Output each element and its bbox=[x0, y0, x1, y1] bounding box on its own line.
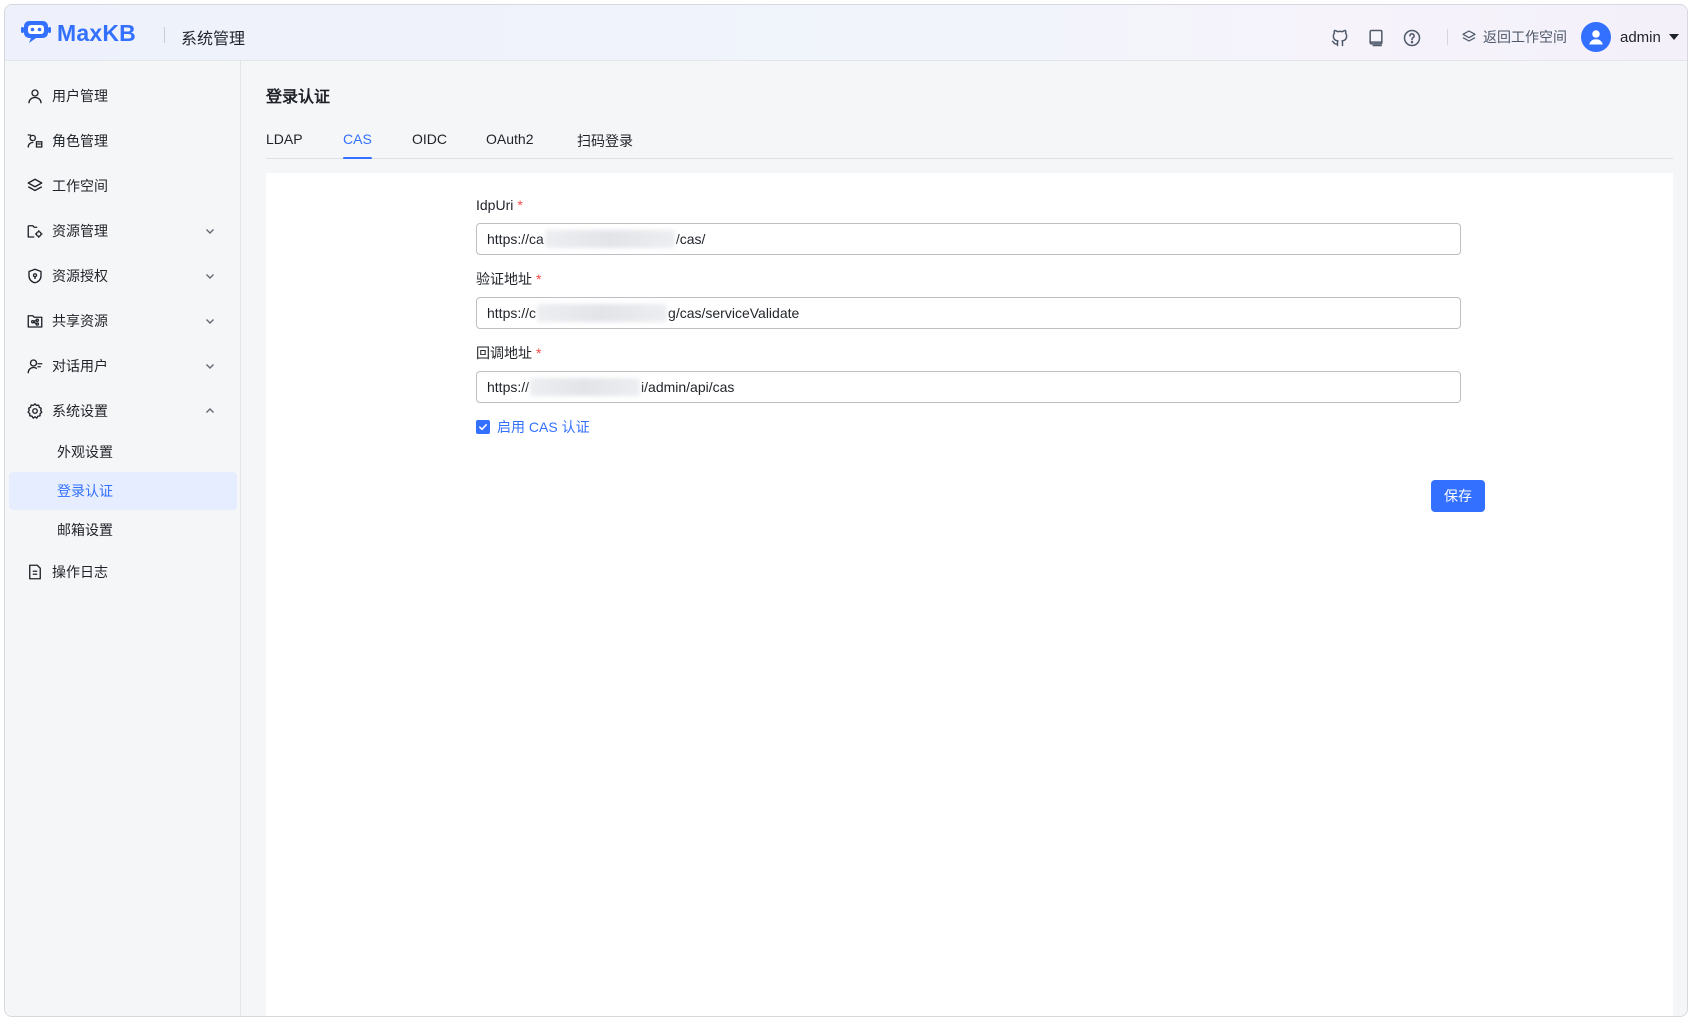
caret-down-icon bbox=[1668, 34, 1679, 40]
shield-icon bbox=[25, 266, 45, 286]
sidebar-item-label: 资源管理 bbox=[52, 223, 108, 239]
maxkb-logo-icon bbox=[21, 18, 51, 49]
idp-uri-label-text: IdpUri bbox=[476, 197, 514, 213]
sidebar-item-label: 用户管理 bbox=[52, 88, 108, 104]
idp-uri-value-prefix: https://ca bbox=[487, 231, 544, 247]
tab-oauth2[interactable]: OAuth2 bbox=[486, 131, 533, 159]
validate-url-value-suffix: g/cas/serviceValidate bbox=[668, 305, 800, 321]
chevron-down-icon bbox=[203, 269, 217, 283]
callback-url-label-text: 回调地址 bbox=[476, 345, 532, 361]
chat-user-icon bbox=[25, 356, 45, 376]
page-title: 登录认证 bbox=[266, 89, 331, 106]
role-icon bbox=[25, 131, 45, 151]
tab-cas[interactable]: CAS bbox=[343, 131, 372, 159]
validate-url-input[interactable]: https://c g/cas/serviceValidate bbox=[476, 297, 1461, 329]
top-header: MaxKB 系统管理 返回工作空间 admin bbox=[5, 5, 1687, 61]
sidebar-item-resource-authorization[interactable]: 资源授权 bbox=[9, 256, 237, 296]
sidebar-item-label: 共享资源 bbox=[52, 313, 108, 329]
sidebar-subitem-login-auth[interactable]: 登录认证 bbox=[9, 472, 237, 510]
logo[interactable]: MaxKB bbox=[21, 19, 136, 47]
sidebar-item-operation-log[interactable]: 操作日志 bbox=[9, 552, 237, 592]
chevron-down-icon bbox=[203, 359, 217, 373]
user-name: admin bbox=[1620, 28, 1661, 46]
validate-url-value-prefix: https://c bbox=[487, 305, 537, 321]
sidebar-item-system-settings[interactable]: 系统设置 bbox=[9, 391, 237, 431]
redacted-text bbox=[544, 230, 675, 248]
sidebar: 用户管理 角色管理 工作空间 资源管理 资源授权 共享资源 对话用户 系统设置 … bbox=[5, 61, 241, 1016]
app-window: MaxKB 系统管理 返回工作空间 admin 用户管理 角色管理 工作空间 资… bbox=[4, 4, 1688, 1017]
sidebar-item-workspace[interactable]: 工作空间 bbox=[9, 166, 237, 206]
shared-folder-icon bbox=[25, 311, 45, 331]
sidebar-item-chat-users[interactable]: 对话用户 bbox=[9, 346, 237, 386]
required-mark: * bbox=[536, 345, 542, 361]
callback-url-value-suffix: i/admin/api/cas bbox=[641, 379, 735, 395]
github-icon[interactable] bbox=[1329, 27, 1351, 49]
chevron-down-icon bbox=[203, 224, 217, 238]
user-icon bbox=[25, 86, 45, 106]
redacted-text bbox=[537, 304, 668, 322]
required-mark: * bbox=[536, 271, 542, 287]
tab-qr-login[interactable]: 扫码登录 bbox=[577, 131, 633, 159]
main-content: 登录认证 LDAP CAS OIDC OAuth2 扫码登录 IdpUri * h… bbox=[242, 61, 1687, 1016]
layers-icon bbox=[25, 176, 45, 196]
sidebar-item-label: 对话用户 bbox=[52, 358, 108, 374]
callback-url-field: 回调地址 * https:// i/admin/api/cas bbox=[476, 343, 1461, 403]
tab-ldap[interactable]: LDAP bbox=[266, 131, 303, 159]
user-menu[interactable]: admin bbox=[1581, 22, 1679, 52]
validate-url-label-text: 验证地址 bbox=[476, 271, 532, 287]
callback-url-value-prefix: https:// bbox=[487, 379, 530, 395]
sidebar-item-shared-resources[interactable]: 共享资源 bbox=[9, 301, 237, 341]
sidebar-subitem-appearance[interactable]: 外观设置 bbox=[9, 433, 237, 471]
validate-url-label: 验证地址 * bbox=[476, 269, 1461, 289]
back-to-workspace-button[interactable]: 返回工作空间 bbox=[1461, 27, 1567, 47]
sidebar-subitem-email[interactable]: 邮箱设置 bbox=[9, 511, 237, 549]
sidebar-item-label: 系统设置 bbox=[52, 403, 108, 419]
sidebar-item-roles[interactable]: 角色管理 bbox=[9, 121, 237, 161]
header-title: 系统管理 bbox=[181, 31, 246, 48]
folder-settings-icon bbox=[25, 221, 45, 241]
callback-url-label: 回调地址 * bbox=[476, 343, 1461, 363]
sidebar-subitem-label: 登录认证 bbox=[57, 483, 113, 499]
header-separator bbox=[1447, 29, 1448, 45]
sidebar-item-label: 角色管理 bbox=[52, 133, 108, 149]
back-to-workspace-label: 返回工作空间 bbox=[1483, 29, 1567, 45]
gear-icon bbox=[25, 401, 45, 421]
avatar bbox=[1581, 22, 1611, 52]
tab-oidc[interactable]: OIDC bbox=[412, 131, 447, 159]
header-divider bbox=[164, 27, 165, 43]
validate-url-field: 验证地址 * https://c g/cas/serviceValidate bbox=[476, 269, 1461, 329]
idp-uri-field: IdpUri * https://ca /cas/ bbox=[476, 195, 1461, 255]
idp-uri-input[interactable]: https://ca /cas/ bbox=[476, 223, 1461, 255]
chevron-down-icon bbox=[203, 314, 217, 328]
cas-form: IdpUri * https://ca /cas/ 验证地址 * https://c bbox=[476, 195, 1461, 437]
sidebar-subitem-label: 邮箱设置 bbox=[57, 522, 113, 538]
book-icon[interactable] bbox=[1365, 27, 1387, 49]
idp-uri-value-suffix: /cas/ bbox=[675, 231, 706, 247]
sidebar-subitem-label: 外观设置 bbox=[57, 444, 113, 460]
help-icon[interactable] bbox=[1401, 27, 1423, 49]
layers-icon bbox=[1461, 29, 1477, 45]
sidebar-item-label: 资源授权 bbox=[52, 268, 108, 284]
enable-cas-label: 启用 CAS 认证 bbox=[497, 419, 590, 435]
chevron-up-icon bbox=[203, 404, 217, 418]
enable-cas-checkbox[interactable]: 启用 CAS 认证 bbox=[476, 417, 1461, 437]
cas-settings-card: IdpUri * https://ca /cas/ 验证地址 * https://c bbox=[266, 173, 1673, 1016]
sidebar-item-resource-management[interactable]: 资源管理 bbox=[9, 211, 237, 251]
logo-text: MaxKB bbox=[57, 19, 136, 46]
sidebar-item-users[interactable]: 用户管理 bbox=[9, 76, 237, 116]
sidebar-item-label: 工作空间 bbox=[52, 178, 108, 194]
sidebar-item-label: 操作日志 bbox=[52, 564, 108, 580]
required-mark: * bbox=[517, 197, 523, 213]
document-icon bbox=[25, 562, 45, 582]
callback-url-input[interactable]: https:// i/admin/api/cas bbox=[476, 371, 1461, 403]
idp-uri-label: IdpUri * bbox=[476, 195, 1461, 215]
save-button[interactable]: 保存 bbox=[1431, 480, 1485, 512]
auth-tabs: LDAP CAS OIDC OAuth2 扫码登录 bbox=[266, 119, 1673, 159]
redacted-text bbox=[530, 378, 641, 396]
checkbox-checked-icon bbox=[476, 420, 490, 434]
